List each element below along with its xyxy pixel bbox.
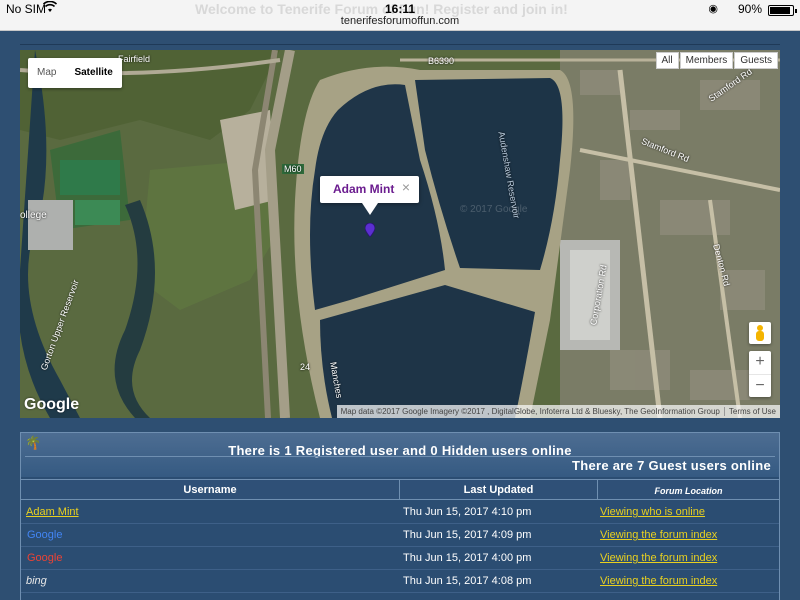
guest-users-summary: There are 7 Guest users online	[571, 458, 771, 473]
forum-location-link[interactable]: Viewing the forum index	[600, 529, 717, 541]
online-users-map[interactable]: Fairfield B6390 Stamford Rd Stamford Rd …	[20, 50, 780, 418]
divider	[597, 480, 598, 499]
map-info-window: Adam Mint ×	[320, 176, 419, 215]
battery-icon	[768, 5, 797, 16]
last-updated: Thu Jun 15, 2017 4:00 pm	[403, 552, 532, 564]
bot-name-google: Google	[27, 529, 63, 541]
close-icon[interactable]: ×	[402, 179, 410, 195]
filter-members-button[interactable]: Members	[679, 52, 734, 69]
forum-location-link[interactable]: Viewing who is online	[600, 506, 705, 518]
panel-header: 🌴 There is 1 Registered user and 0 Hidde…	[21, 433, 779, 477]
column-header-forum-location: Forum Location	[654, 486, 723, 496]
table-row: Google Thu Jun 15, 2017 4:00 pm Viewing …	[21, 547, 779, 570]
map-label: ollege	[20, 210, 47, 221]
map-watermark: © 2017 Google	[460, 204, 528, 215]
zoom-in-button[interactable]: +	[749, 351, 771, 374]
user-filter-control: All Members Guests	[655, 52, 778, 69]
map-marker-icon[interactable]	[365, 223, 375, 237]
table-row: Google Thu Jun 15, 2017 4:09 pm Viewing …	[21, 524, 779, 547]
clock: 16:11	[384, 2, 416, 16]
who-is-online-panel: 🌴 There is 1 Registered user and 0 Hidde…	[20, 432, 780, 600]
battery-percent: 90%	[737, 2, 762, 16]
forum-location-link[interactable]: Viewing the forum index	[600, 552, 717, 564]
username-bot: bing	[26, 575, 47, 587]
map-attribution: Map data ©2017 Google Imagery ©2017 , Di…	[336, 405, 780, 418]
last-updated: Thu Jun 15, 2017 4:09 pm	[403, 529, 532, 541]
terms-of-use-link[interactable]: Terms of Use	[723, 407, 776, 416]
google-logo: Google	[24, 396, 80, 413]
column-header-username[interactable]: Username	[21, 484, 399, 496]
last-updated: Thu Jun 15, 2017 4:10 pm	[403, 506, 532, 518]
map-label: 24	[300, 362, 311, 372]
last-updated: Thu Jun 15, 2017 4:08 pm	[403, 575, 532, 587]
map-type-control: Map Satellite	[28, 58, 122, 88]
filter-guests-button[interactable]: Guests	[734, 52, 778, 69]
username-bot: Google	[27, 529, 62, 541]
zoom-out-button[interactable]: −	[749, 374, 771, 397]
street-view-pegman-icon[interactable]	[749, 322, 771, 344]
info-window-username[interactable]: Adam Mint	[333, 182, 394, 196]
map-label: M60	[282, 164, 304, 174]
map-label: B6390	[428, 56, 455, 66]
divider	[20, 44, 780, 45]
zoom-control: + −	[749, 351, 771, 397]
map-label: Fairfield	[118, 54, 151, 64]
rotation-lock-icon: ◉	[708, 3, 718, 15]
table-row: Adam Mint Thu Jun 15, 2017 4:10 pm Viewi…	[21, 501, 779, 524]
username-bot: Google	[27, 552, 62, 564]
divider	[399, 480, 400, 499]
bot-name-google: Google	[27, 552, 63, 564]
map-type-map-button[interactable]: Map	[28, 58, 65, 88]
filter-all-button[interactable]: All	[655, 52, 679, 69]
map-type-satellite-button[interactable]: Satellite	[65, 58, 121, 88]
attribution-text: Map data ©2017 Google Imagery ©2017 , Di…	[340, 407, 720, 416]
username-link[interactable]: Adam Mint	[26, 506, 79, 518]
status-bar: Welcome to Tenerife Forum of Fun! Regist…	[0, 0, 800, 31]
table-header: Username Last Updated Forum Location	[21, 479, 779, 500]
table-row: bing Thu Jun 15, 2017 4:08 pm Viewing th…	[21, 570, 779, 593]
divider	[25, 456, 775, 457]
forum-location-link[interactable]: Viewing the forum index	[600, 575, 717, 587]
satellite-imagery	[20, 50, 780, 418]
column-header-last-updated[interactable]: Last Updated	[400, 484, 597, 496]
address-bar-url[interactable]: tenerifesforumoffun.com	[0, 15, 800, 27]
